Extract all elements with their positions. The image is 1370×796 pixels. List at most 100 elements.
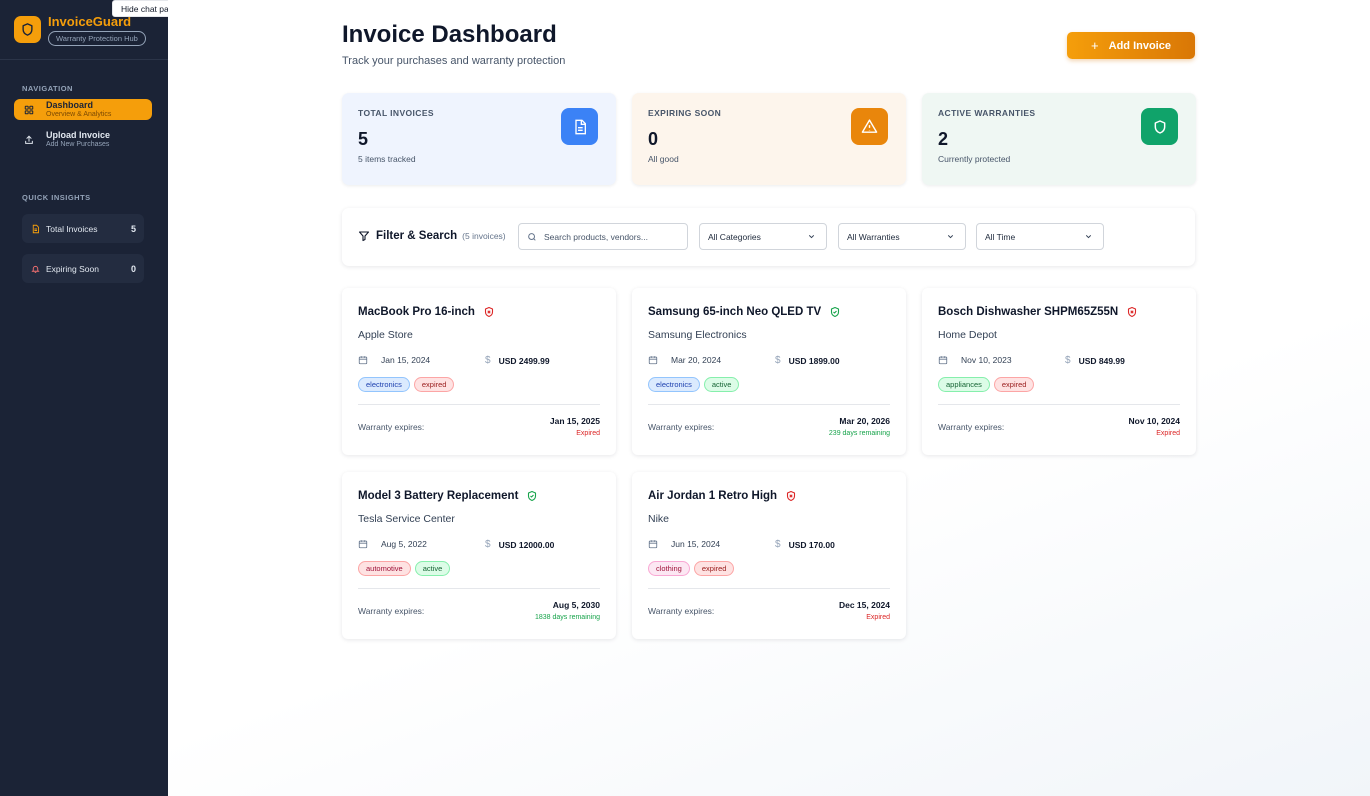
stat-subtext: 5 items tracked [358, 154, 416, 164]
stat-card-active-warranties: ACTIVE WARRANTIES 2 Currently protected [922, 93, 1196, 185]
filter-title-text: Filter & Search [376, 230, 458, 242]
invoice-tags: automotive active [358, 561, 454, 576]
invoice-vendor: Home Depot [938, 329, 997, 341]
brand-tagline: Warranty Protection Hub [48, 30, 146, 46]
sidebar-item-upload-invoice[interactable]: Upload Invoice Add New Purchases [14, 129, 152, 150]
stat-card-expiring-soon: EXPIRING SOON 0 All good [632, 93, 906, 185]
invoice-tags: appliances expired [938, 377, 1038, 392]
upload-icon [24, 135, 36, 145]
warranty-select[interactable]: All Warranties [838, 223, 966, 250]
invoice-title-row: Model 3 Battery Replacement [358, 490, 538, 502]
divider [358, 404, 600, 405]
status-tag: expired [413, 377, 455, 392]
insight-total-invoices[interactable]: Total Invoices 5 [22, 214, 144, 243]
invoice-price-text: USD 12000.00 [498, 539, 555, 550]
bell-icon [31, 264, 41, 274]
dollar-icon: $ [775, 539, 781, 550]
main-content: Invoice Dashboard Track your purchases a… [168, 0, 1370, 796]
warranty-label: Warranty expires: [358, 606, 425, 616]
chevron-down-icon [1084, 232, 1093, 241]
invoice-price-text: USD 170.00 [788, 539, 835, 550]
shield-logo-icon [14, 16, 41, 43]
divider [938, 404, 1180, 405]
filter-title: Filter & Search (5 invoices) [358, 230, 506, 242]
page-title: Invoice Dashboard [342, 21, 557, 48]
document-icon [31, 224, 41, 234]
warranty-date: Dec 15, 2024 [838, 600, 890, 610]
invoice-card[interactable]: Samsung 65-inch Neo QLED TV Samsung Elec… [632, 288, 906, 455]
filter-icon [358, 230, 370, 242]
invoice-price: $ USD 170.00 [775, 539, 835, 550]
category-tag: appliances [938, 377, 990, 392]
warranty-select-value: All Warranties [847, 231, 900, 242]
calendar-icon [648, 355, 665, 365]
sidebar: InvoiceGuard Warranty Protection Hub NAV… [0, 0, 168, 796]
invoice-vendor: Samsung Electronics [648, 329, 747, 341]
insight-expiring-soon[interactable]: Expiring Soon 0 [22, 254, 144, 283]
sidebar-item-dashboard[interactable]: Dashboard Overview & Analytics [14, 99, 152, 120]
sidebar-item-subtitle: Overview & Analytics [46, 111, 112, 118]
divider [648, 404, 890, 405]
dollar-icon: $ [1065, 355, 1071, 366]
insights-section-label: QUICK INSIGHTS [22, 193, 91, 202]
dollar-icon: $ [485, 539, 491, 550]
stat-subtext: All good [648, 154, 679, 164]
stat-card-total-invoices: TOTAL INVOICES 5 5 items tracked [342, 93, 616, 185]
calendar-icon [648, 539, 665, 549]
invoice-card[interactable]: Model 3 Battery Replacement Tesla Servic… [342, 472, 616, 639]
time-select-value: All Time [985, 231, 1016, 242]
warranty-date: Aug 5, 2030 [552, 600, 600, 610]
document-icon [561, 108, 598, 145]
invoice-tags: electronics active [648, 377, 743, 392]
invoice-vendor: Apple Store [358, 329, 413, 341]
category-tag: electronics [648, 377, 700, 392]
category-select[interactable]: All Categories [699, 223, 827, 250]
filter-count: (5 invoices) [462, 231, 506, 241]
warranty-date: Jan 15, 2025 [549, 416, 600, 426]
invoice-product: Bosch Dishwasher SHPM65Z55N [938, 306, 1119, 318]
status-tag: expired [693, 561, 735, 576]
status-tag: active [414, 561, 451, 576]
invoice-date: Jan 15, 2024 [358, 355, 430, 365]
time-select[interactable]: All Time [976, 223, 1104, 250]
search-icon [527, 232, 537, 242]
warranty-date: Nov 10, 2024 [1128, 416, 1180, 426]
invoice-date-text: Aug 5, 2022 [381, 539, 427, 549]
shield-check-icon [526, 490, 538, 502]
invoice-product: Samsung 65-inch Neo QLED TV [648, 306, 822, 318]
sidebar-item-title: Dashboard [46, 100, 94, 110]
invoice-date-text: Nov 10, 2023 [961, 355, 1012, 365]
invoice-card[interactable]: Air Jordan 1 Retro High Nike Jun 15, 202… [632, 472, 906, 639]
insight-count: 0 [130, 263, 136, 274]
dollar-icon: $ [775, 355, 781, 366]
search-input[interactable] [544, 231, 684, 242]
shield-x-icon [1126, 306, 1138, 318]
invoice-price-text: USD 849.99 [1078, 355, 1125, 366]
invoice-card[interactable]: Bosch Dishwasher SHPM65Z55N Home Depot N… [922, 288, 1196, 455]
status-tag: active [703, 377, 740, 392]
invoice-card[interactable]: MacBook Pro 16-inch Apple Store Jan 15, … [342, 288, 616, 455]
warranty-label: Warranty expires: [358, 422, 425, 432]
calendar-icon [358, 355, 375, 365]
invoice-price-text: USD 2499.99 [498, 355, 550, 366]
calendar-icon [358, 539, 375, 549]
search-field[interactable] [518, 223, 688, 250]
nav-section-label: NAVIGATION [22, 84, 73, 93]
category-tag: clothing [648, 561, 690, 576]
invoice-product: MacBook Pro 16-inch [358, 306, 475, 318]
invoice-date-text: Mar 20, 2024 [671, 355, 722, 365]
invoice-date-text: Jun 15, 2024 [671, 539, 721, 549]
invoice-date: Jun 15, 2024 [648, 539, 720, 549]
invoice-price: $ USD 1899.00 [775, 355, 840, 366]
warranty-label: Warranty expires: [648, 606, 715, 616]
category-select-value: All Categories [708, 231, 761, 242]
invoice-date: Aug 5, 2022 [358, 539, 427, 549]
warranty-label: Warranty expires: [938, 422, 1005, 432]
invoice-title-row: MacBook Pro 16-inch [358, 306, 495, 318]
insight-label: Expiring Soon [46, 263, 99, 274]
shield-icon [1141, 108, 1178, 145]
add-invoice-button[interactable]: + Add Invoice [1067, 32, 1195, 59]
chevron-down-icon [946, 232, 955, 241]
invoice-date-text: Jan 15, 2024 [381, 355, 431, 365]
invoice-title-row: Bosch Dishwasher SHPM65Z55N [938, 306, 1138, 318]
